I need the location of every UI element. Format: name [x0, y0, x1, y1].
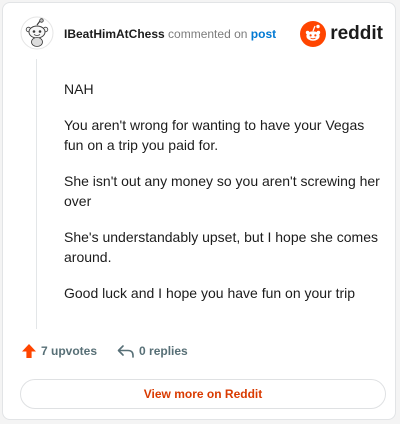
reddit-wordmark: reddit: [330, 23, 383, 44]
comment-paragraph: She isn't out any money so you aren't sc…: [64, 173, 380, 209]
comment-paragraph: Good luck and I hope you have fun on you…: [64, 285, 356, 301]
reply-arrow-icon: [117, 345, 134, 358]
comment-embed-card: IBeatHimAtChess commented on post reddit…: [2, 2, 396, 420]
snoo-avatar-icon: [20, 16, 54, 50]
thread-line: [36, 59, 37, 329]
post-link[interactable]: post: [251, 27, 276, 41]
comment-paragraph: She's understandably upset, but I hope s…: [64, 229, 378, 265]
replies-button[interactable]: 0 replies: [117, 343, 188, 359]
upvote-button[interactable]: 7 upvotes: [21, 343, 97, 359]
comment-footer: 7 upvotes 0 replies: [21, 343, 188, 359]
view-more-button[interactable]: View more on Reddit: [20, 379, 386, 409]
comment-paragraph: You aren't wrong for wanting to have you…: [64, 117, 365, 153]
reddit-logo[interactable]: reddit: [300, 21, 383, 47]
upvote-count: 7 upvotes: [41, 344, 98, 358]
comment-body: NAH You aren't wrong for wanting to have…: [64, 79, 380, 319]
comment-paragraph: NAH: [64, 81, 94, 97]
reddit-logo-icon: [300, 21, 327, 47]
author-name[interactable]: IBeatHimAtChess: [64, 27, 165, 41]
action-text: commented on: [168, 27, 248, 41]
comment-header: IBeatHimAtChess commented on post: [64, 27, 276, 41]
user-avatar[interactable]: [20, 16, 54, 50]
reply-count: 0 replies: [139, 344, 188, 358]
upvote-arrow-icon: [22, 344, 36, 358]
